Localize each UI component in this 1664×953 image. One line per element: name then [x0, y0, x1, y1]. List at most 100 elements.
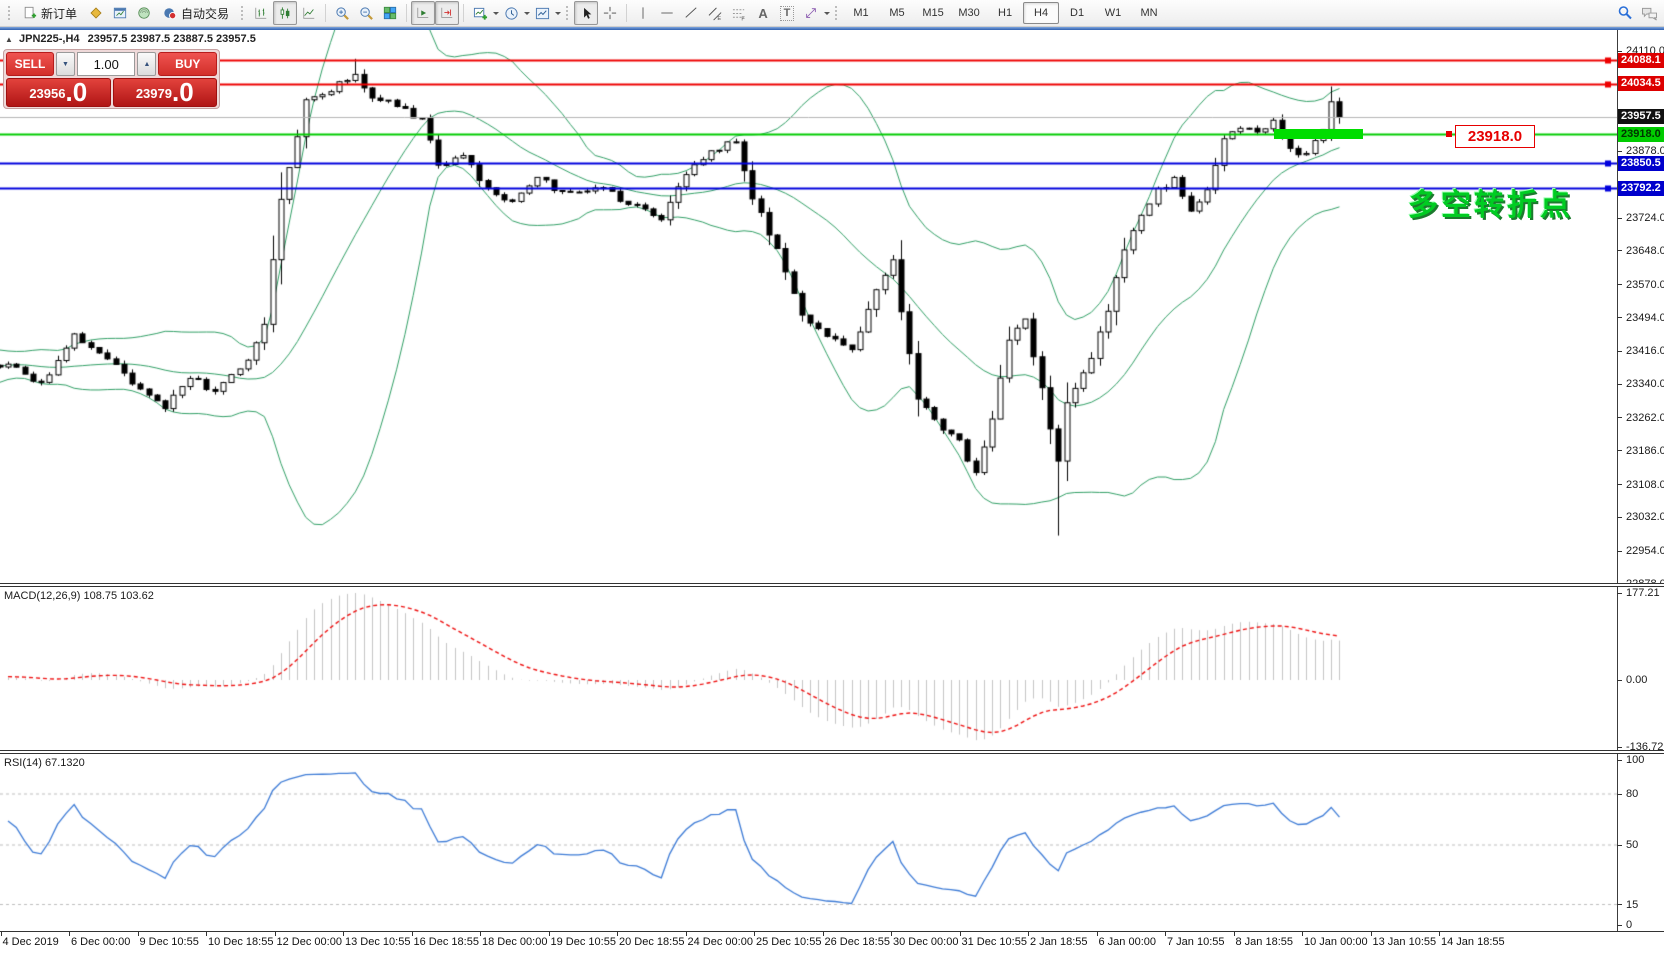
price-level-flag[interactable]: 23918.0: [1455, 125, 1535, 148]
sell-button[interactable]: SELL: [6, 52, 54, 76]
line-chart-button[interactable]: [297, 1, 321, 25]
time-axis-label: 13 Dec 10:55: [345, 936, 410, 948]
time-tick-mark: [1, 932, 2, 936]
timeframe-button-w1[interactable]: W1: [1095, 2, 1131, 24]
time-tick-mark: [823, 932, 824, 936]
arrows-dropdown[interactable]: [824, 12, 830, 18]
auto-scroll-icon: [416, 6, 430, 20]
chart-shift-icon: [440, 6, 454, 20]
timeframe-button-h4[interactable]: H4: [1023, 2, 1059, 24]
chinese-annotation[interactable]: 多空转折点: [1408, 180, 1573, 224]
timeframe-button-mn[interactable]: MN: [1131, 2, 1167, 24]
toolbar-grip[interactable]: [240, 5, 245, 21]
buy-button[interactable]: BUY: [158, 52, 217, 76]
sell-price[interactable]: 23956 .0: [6, 78, 111, 107]
vertical-line-tool[interactable]: [631, 1, 655, 25]
timeframe-button-m5[interactable]: M5: [879, 2, 915, 24]
templates-dropdown[interactable]: [555, 12, 561, 18]
candlestick-chart-button[interactable]: [273, 1, 297, 25]
search-button[interactable]: [1613, 1, 1637, 25]
arrows-tool[interactable]: [799, 1, 823, 25]
timeframe-button-d1[interactable]: D1: [1059, 2, 1095, 24]
sell-price-fraction: .0: [65, 79, 87, 105]
time-axis-label: 19 Dec 10:55: [551, 936, 616, 948]
market-watch-button[interactable]: [84, 1, 108, 25]
toolbar-grip[interactable]: [565, 5, 570, 21]
time-axis-label: 2 Jan 18:55: [1030, 936, 1088, 948]
symbol-collapse-icon[interactable]: ▲: [5, 35, 13, 44]
support-zone-highlight[interactable]: [1274, 129, 1363, 139]
hline-anchor-handle[interactable]: [1446, 131, 1452, 137]
time-axis-label: 24 Dec 00:00: [688, 936, 753, 948]
timeframe-button-m30[interactable]: M30: [951, 2, 987, 24]
buy-price[interactable]: 23979 .0: [113, 78, 218, 107]
sell-price-main: 23956: [29, 83, 65, 105]
toolbar-grip[interactable]: [7, 5, 12, 21]
vertical-line-icon: [636, 6, 650, 20]
charts-window-button[interactable]: [108, 1, 132, 25]
price-tick-label: 23416.0: [1626, 345, 1664, 358]
cursor-button[interactable]: [574, 1, 598, 25]
channel-tool[interactable]: E: [703, 1, 727, 25]
macd-indicator-label: MACD(12,26,9) 108.75 103.62: [4, 590, 154, 602]
bar-chart-button[interactable]: [249, 1, 273, 25]
zoom-in-icon: [335, 6, 350, 21]
time-tick-mark: [69, 932, 70, 936]
price-tick-label: 23648.0: [1626, 245, 1664, 258]
one-click-trading-panel: SELL ▼ 1.00 ▲ BUY 23956 .0 23979 .0: [3, 49, 220, 109]
text-tool[interactable]: A: [751, 1, 775, 25]
time-axis-label: 16 Dec 18:55: [414, 936, 479, 948]
rsi-tick-mark: [1617, 845, 1622, 846]
trendline-tool[interactable]: [679, 1, 703, 25]
auto-scroll-button[interactable]: [411, 1, 435, 25]
volume-decrease-button[interactable]: ▼: [56, 52, 75, 76]
macd-pane-canvas[interactable]: [0, 587, 1617, 750]
timeframe-button-m1[interactable]: M1: [843, 2, 879, 24]
community-chat-button[interactable]: [1637, 1, 1661, 25]
crosshair-button[interactable]: [598, 1, 622, 25]
macd-tick-mark: [1617, 680, 1622, 681]
templates-button[interactable]: [530, 1, 554, 25]
time-axis-line: [0, 931, 1664, 932]
fibonacci-icon: F: [732, 6, 747, 21]
price-badge: 24034.5: [1618, 76, 1664, 91]
channel-icon: E: [708, 6, 723, 21]
timeframe-button-m15[interactable]: M15: [915, 2, 951, 24]
auto-trading-button[interactable]: 自动交易: [156, 1, 236, 25]
time-tick-mark: [206, 932, 207, 936]
horizontal-line-tool[interactable]: [655, 1, 679, 25]
fibonacci-tool[interactable]: F: [727, 1, 751, 25]
timeframe-button-h1[interactable]: H1: [987, 2, 1023, 24]
price-tick-mark: [1617, 317, 1622, 318]
rsi-tick-label: 15: [1626, 899, 1664, 912]
rsi-pane-separator[interactable]: [0, 750, 1664, 754]
signals-button[interactable]: [132, 1, 156, 25]
time-axis-label: 12 Dec 00:00: [277, 936, 342, 948]
time-axis-label: 18 Dec 00:00: [482, 936, 547, 948]
time-tick-mark: [412, 932, 413, 936]
new-order-button[interactable]: 新订单: [16, 1, 84, 25]
add-indicator-button[interactable]: [468, 1, 492, 25]
price-badge: 23918.0: [1618, 127, 1664, 142]
periods-button[interactable]: [499, 1, 523, 25]
price-tick-label: 22954.0: [1626, 545, 1664, 558]
timeframe-bar: M1M5M15M30H1H4D1W1MN: [843, 2, 1167, 24]
zoom-out-button[interactable]: [354, 1, 378, 25]
macd-pane-separator[interactable]: [0, 583, 1664, 587]
toolbar-grip[interactable]: [834, 5, 839, 21]
rsi-pane-canvas[interactable]: [0, 754, 1617, 931]
time-axis-label: 10 Dec 18:55: [208, 936, 273, 948]
tile-windows-button[interactable]: [378, 1, 402, 25]
chart-shift-button[interactable]: [435, 1, 459, 25]
search-icon: [1617, 5, 1633, 21]
volume-increase-button[interactable]: ▲: [137, 52, 156, 76]
arrows-icon: [804, 6, 818, 20]
volume-input[interactable]: 1.00: [77, 52, 135, 76]
price-tick-label: 23186.0: [1626, 445, 1664, 458]
price-chart-canvas[interactable]: [0, 30, 1617, 583]
rsi-tick-label: 50: [1626, 839, 1664, 852]
text-label-tool[interactable]: T: [775, 1, 799, 25]
zoom-in-button[interactable]: [330, 1, 354, 25]
template-icon: [535, 6, 550, 21]
mt4-terminal: { "toolbar": { "new_order_label": "新订单",…: [0, 0, 1664, 953]
